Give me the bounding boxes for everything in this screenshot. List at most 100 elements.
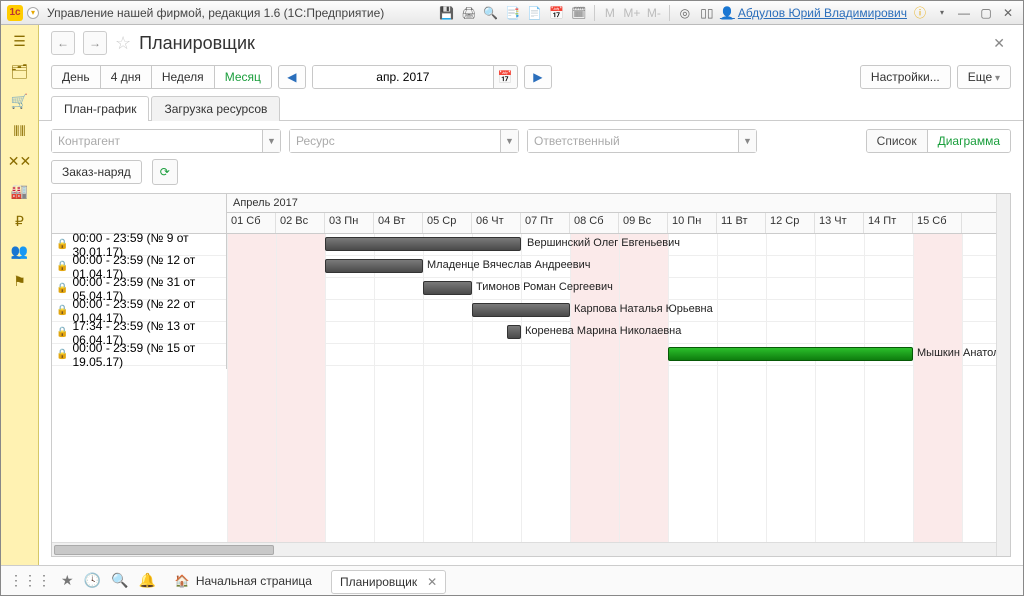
taskbar-home[interactable]: 🏠 Начальная страница bbox=[166, 569, 321, 593]
scrollbar-thumb[interactable] bbox=[54, 545, 274, 555]
gantt-day-header: 15 Сб bbox=[913, 213, 962, 233]
close-tab-icon[interactable]: ✕ bbox=[427, 575, 437, 589]
current-user[interactable]: 👤Абдулов Юрий Владимирович bbox=[720, 6, 907, 20]
gantt-bar[interactable] bbox=[472, 303, 570, 317]
order-button[interactable]: Заказ-наряд bbox=[51, 160, 142, 184]
action-row: Заказ-наряд ⟳ bbox=[39, 159, 1023, 193]
target-icon[interactable]: ◎ bbox=[676, 4, 694, 22]
compare-icon[interactable]: 📑 bbox=[504, 4, 522, 22]
responsible-input[interactable] bbox=[528, 130, 738, 152]
chevron-down-icon[interactable]: ▼ bbox=[738, 130, 756, 152]
gantt-row[interactable]: 🔒00:00 - 23:59 (№ 15 от 19.05.17)Мышкин … bbox=[52, 344, 1010, 366]
menu-icon[interactable]: ☰ bbox=[10, 31, 30, 51]
money-icon[interactable]: ₽ bbox=[10, 211, 30, 231]
app-logo-icon: 1c bbox=[7, 5, 23, 21]
user-icon: 👤 bbox=[720, 6, 735, 20]
period-week-button[interactable]: Неделя bbox=[151, 65, 214, 89]
gantt-bar-label: Коренева Марина Николаевна bbox=[525, 325, 681, 337]
info-icon[interactable]: ⓘ bbox=[911, 4, 929, 22]
panels-icon[interactable]: ▯▯ bbox=[698, 4, 716, 22]
bell-icon[interactable]: 🔔 bbox=[138, 572, 155, 589]
period-day-button[interactable]: День bbox=[51, 65, 100, 89]
app-menu-dropdown[interactable]: ▾ bbox=[27, 7, 39, 19]
maximize-icon[interactable]: ▢ bbox=[977, 4, 995, 22]
calculator-icon[interactable]: 🗓 bbox=[570, 4, 588, 22]
gantt-day-header: 01 Сб bbox=[227, 213, 276, 233]
view-chart-button[interactable]: Диаграмма bbox=[928, 130, 1010, 152]
flag-icon[interactable]: ⚑ bbox=[10, 271, 30, 291]
m-icon[interactable]: M bbox=[601, 4, 619, 22]
cart-icon[interactable]: 🛒 bbox=[10, 91, 30, 111]
prev-period-button[interactable]: ◀ bbox=[278, 65, 306, 89]
chevron-down-icon[interactable]: ▼ bbox=[262, 130, 280, 152]
refresh-button[interactable]: ⟳ bbox=[152, 159, 178, 185]
copy-icon[interactable]: 📄 bbox=[526, 4, 544, 22]
people-icon[interactable]: 👥 bbox=[10, 241, 30, 261]
period-field[interactable]: апр. 2017 📅 bbox=[312, 65, 518, 89]
gantt-bar[interactable] bbox=[325, 259, 423, 273]
scrollbar-vertical[interactable] bbox=[996, 194, 1010, 556]
counterparty-combo[interactable]: ▼ bbox=[51, 129, 281, 153]
tab-plan[interactable]: План-график bbox=[51, 96, 149, 121]
sections-panel: ☰ 🗂 🛒 ⦀⦀ ✕✕ 🏭 ₽ 👥 ⚑ bbox=[1, 25, 39, 565]
tools-icon[interactable]: ✕✕ bbox=[10, 151, 30, 171]
gantt-day-header: 08 Сб bbox=[570, 213, 619, 233]
next-period-button[interactable]: ▶ bbox=[524, 65, 552, 89]
close-page-icon[interactable]: ✕ bbox=[987, 33, 1011, 54]
gantt-body[interactable]: 🔒00:00 - 23:59 (№ 9 от 30.01.17)Вершинск… bbox=[52, 234, 1010, 546]
save-icon[interactable]: 💾 bbox=[438, 4, 456, 22]
period-4days-button[interactable]: 4 дня bbox=[100, 65, 151, 89]
calendar-icon[interactable]: 📅 bbox=[548, 4, 566, 22]
counterparty-input[interactable] bbox=[52, 130, 262, 152]
app-title: Управление нашей фирмой, редакция 1.6 (1… bbox=[47, 6, 384, 20]
preview-icon[interactable]: 🔍 bbox=[482, 4, 500, 22]
gantt-bar[interactable] bbox=[423, 281, 472, 295]
favorite-star-icon[interactable]: ☆ bbox=[115, 33, 131, 54]
barcode-icon[interactable]: ⦀⦀ bbox=[10, 121, 30, 141]
page-header: ← → ☆ Планировщик ✕ bbox=[39, 25, 1023, 61]
resource-combo[interactable]: ▼ bbox=[289, 129, 519, 153]
gantt-day-header: 02 Вс bbox=[276, 213, 325, 233]
dropdown-icon[interactable]: ▾ bbox=[933, 4, 951, 22]
minimize-icon[interactable]: — bbox=[955, 4, 973, 22]
nav-back-button[interactable]: ← bbox=[51, 31, 75, 55]
apps-icon[interactable]: ⋮⋮⋮ bbox=[9, 572, 51, 589]
lock-icon: 🔒 bbox=[56, 349, 68, 360]
period-month-button[interactable]: Месяц bbox=[214, 65, 272, 89]
m-plus-icon[interactable]: M+ bbox=[623, 4, 641, 22]
star-icon[interactable]: ★ bbox=[61, 572, 74, 589]
chevron-down-icon[interactable]: ▼ bbox=[500, 130, 518, 152]
scrollbar-horizontal[interactable] bbox=[52, 542, 996, 556]
nav-forward-button[interactable]: → bbox=[83, 31, 107, 55]
gantt-bar[interactable] bbox=[507, 325, 521, 339]
gantt-header: Апрель 2017 01 Сб02 Вс03 Пн04 Вт05 Ср06 … bbox=[52, 194, 1010, 234]
factory-icon[interactable]: 🏭 bbox=[10, 181, 30, 201]
gantt-bar[interactable] bbox=[668, 347, 913, 361]
gantt-bar-label: Вершинский Олег Евгеньевич bbox=[527, 237, 680, 249]
close-window-icon[interactable]: ✕ bbox=[999, 4, 1017, 22]
search-icon[interactable]: 🔍 bbox=[111, 572, 128, 589]
titlebar: 1c ▾ Управление нашей фирмой, редакция 1… bbox=[1, 1, 1023, 25]
lock-icon: 🔒 bbox=[56, 327, 68, 338]
gantt-day-header: 03 Пн bbox=[325, 213, 374, 233]
gantt-day-header: 05 Ср bbox=[423, 213, 472, 233]
contacts-icon[interactable]: 🗂 bbox=[10, 61, 30, 81]
history-icon[interactable]: 🕓 bbox=[84, 572, 101, 589]
lock-icon: 🔒 bbox=[56, 283, 68, 294]
print-icon[interactable]: 🖨 bbox=[460, 4, 478, 22]
gantt-bar-label: Младенце Вячеслав Андреевич bbox=[427, 259, 591, 271]
more-button[interactable]: Еще bbox=[957, 65, 1011, 89]
settings-button[interactable]: Настройки... bbox=[860, 65, 951, 89]
view-list-button[interactable]: Список bbox=[867, 130, 928, 152]
resource-input[interactable] bbox=[290, 130, 500, 152]
gantt-month-label: Апрель 2017 bbox=[227, 194, 1010, 213]
view-toggle: Список Диаграмма bbox=[866, 129, 1011, 153]
calendar-picker-icon[interactable]: 📅 bbox=[493, 66, 517, 88]
m-minus-icon[interactable]: M- bbox=[645, 4, 663, 22]
taskbar-planner-tab[interactable]: Планировщик ✕ bbox=[331, 570, 446, 594]
gantt-bar[interactable] bbox=[325, 237, 521, 251]
gantt-day-header: 13 Чт bbox=[815, 213, 864, 233]
gantt-day-header: 10 Пн bbox=[668, 213, 717, 233]
tab-load[interactable]: Загрузка ресурсов bbox=[151, 96, 280, 121]
responsible-combo[interactable]: ▼ bbox=[527, 129, 757, 153]
